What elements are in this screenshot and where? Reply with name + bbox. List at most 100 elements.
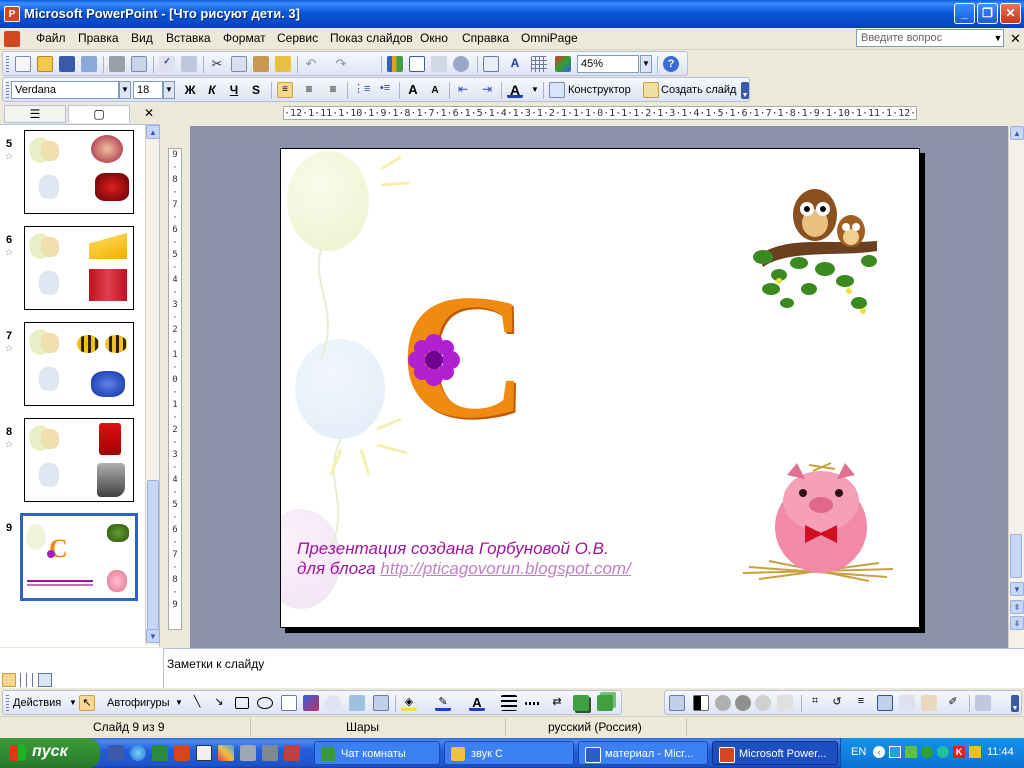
task-powerpoint[interactable]: Microsoft Power... [712, 741, 838, 765]
calculator-icon[interactable] [196, 745, 212, 761]
expand-all-icon[interactable] [483, 56, 499, 72]
tab-outline[interactable]: ☰ [4, 105, 66, 123]
slide-thumbnail-8[interactable] [24, 418, 134, 502]
help-search-input[interactable]: Введите вопрос [856, 29, 1004, 47]
previous-slide-icon[interactable]: ⇞ [1010, 600, 1024, 614]
numbering-icon[interactable]: ⋮≡ [353, 82, 370, 98]
align-right-icon[interactable]: ≡ [325, 82, 341, 98]
restore-button[interactable]: ❐ [977, 3, 998, 24]
more-brightness-icon[interactable] [755, 695, 771, 711]
normal-view-icon[interactable] [2, 673, 16, 687]
chevron-down-icon[interactable]: ▼ [171, 695, 187, 711]
design-icon[interactable] [549, 82, 565, 98]
document-icon[interactable] [4, 31, 20, 47]
task-chat[interactable]: Чат комнаты [314, 741, 440, 765]
slideshow-view-icon[interactable] [38, 673, 52, 687]
menu-slideshow[interactable]: Показ слайдов [330, 31, 413, 45]
actions-menu[interactable]: Действия [13, 697, 61, 709]
title-bar[interactable]: P Microsoft PowerPoint - [Что рисуют дет… [0, 0, 1024, 28]
tray-app-icon[interactable] [937, 746, 949, 758]
slide-sorter-view-icon[interactable] [20, 673, 34, 687]
print-icon[interactable] [109, 56, 125, 72]
paint-icon[interactable] [218, 745, 234, 761]
scroll-down-icon[interactable]: ▼ [146, 629, 160, 643]
owls-icon[interactable] [749, 185, 879, 325]
italic-button[interactable]: К [203, 82, 221, 99]
pane-close-button[interactable]: ✕ [144, 106, 154, 120]
autoshapes-menu[interactable]: Автофигуры [107, 697, 170, 709]
menu-omnipage[interactable]: OmniPage [521, 31, 578, 45]
rectangle-icon[interactable] [235, 697, 249, 709]
show-desktop-icon[interactable] [108, 745, 124, 761]
color-icon[interactable] [693, 695, 709, 711]
clipart-icon[interactable] [349, 695, 365, 711]
powerpoint-icon[interactable] [174, 745, 190, 761]
spelling-icon[interactable]: ✓ [159, 56, 175, 72]
minimize-button[interactable]: _ [954, 3, 975, 24]
font-size-select[interactable]: 18 [133, 81, 163, 99]
design-button[interactable]: Конструктор [568, 84, 631, 96]
less-brightness-icon[interactable] [777, 695, 793, 711]
volume-icon[interactable] [969, 746, 981, 758]
new-icon[interactable] [15, 56, 31, 72]
language-indicator[interactable]: EN [851, 746, 866, 758]
tray-app-icon[interactable] [905, 746, 917, 758]
horizontal-ruler-scale[interactable]: ·12·1·11·1·10·1·9·1·8·1·7·1·6·1·5·1·4·1·… [283, 106, 917, 120]
browser-icon[interactable] [130, 745, 146, 761]
excel-icon[interactable] [152, 745, 168, 761]
vertical-ruler-scale[interactable]: 9 · 8 · 7 · 6 · 5 · 4 · 3 · 2 · 1 · 0 · 1 · 2 · 3 · 4 · 5 · 6 · 7 · 8 · 9 [168, 148, 182, 630]
new-slide-button[interactable]: Создать слайд [661, 84, 736, 96]
app-icon[interactable] [284, 745, 300, 761]
help-icon[interactable]: ? [663, 56, 679, 72]
format-picture-icon[interactable] [921, 695, 937, 711]
textbox-icon[interactable] [281, 695, 297, 711]
font-color-icon[interactable]: A [469, 695, 485, 711]
more-contrast-icon[interactable] [715, 695, 731, 711]
tables-borders-icon[interactable] [431, 56, 447, 72]
redo-icon[interactable]: ↷ [333, 56, 349, 72]
slide-thumbnail-6[interactable] [24, 226, 134, 310]
wordart-icon[interactable] [303, 695, 319, 711]
permission-icon[interactable] [81, 56, 97, 72]
increase-font-icon[interactable]: A [405, 82, 421, 98]
undo-icon[interactable]: ↶ [303, 56, 319, 72]
chevron-down-icon[interactable]: ▼ [163, 81, 175, 99]
oval-icon[interactable] [257, 697, 273, 709]
close-button[interactable]: ✕ [1000, 3, 1021, 24]
insert-picture-icon[interactable] [669, 695, 685, 711]
save-icon[interactable] [59, 56, 75, 72]
line-style-icon[interactable]: ≡ [853, 695, 869, 711]
next-slide-icon[interactable]: ⇟ [1010, 616, 1024, 630]
menu-help[interactable]: Справка [462, 31, 509, 45]
scroll-up-icon[interactable]: ▲ [146, 125, 160, 139]
toolbar-grip[interactable] [6, 695, 9, 712]
3d-style-icon[interactable] [597, 695, 613, 711]
menu-window[interactable]: Окно [420, 31, 448, 45]
toolbar-options-icon[interactable]: ▼ [1011, 695, 1019, 712]
insert-table-icon[interactable] [409, 56, 425, 72]
menu-file[interactable]: Файл [36, 31, 66, 45]
crop-icon[interactable]: ⌗ [807, 695, 823, 711]
tab-slides[interactable]: ▢ [68, 105, 130, 123]
toolbar-grip[interactable] [6, 82, 9, 99]
powerpoint-app-icon[interactable]: P [4, 6, 20, 22]
chevron-down-icon[interactable]: ▼ [992, 29, 1004, 47]
less-contrast-icon[interactable] [735, 695, 751, 711]
line-icon[interactable]: ╲ [189, 695, 205, 711]
hyperlink-icon[interactable] [453, 56, 469, 72]
compress-icon[interactable] [877, 695, 893, 711]
tool-icon[interactable] [262, 745, 278, 761]
font-select[interactable]: Verdana [11, 81, 119, 99]
tray-app-icon[interactable] [921, 746, 933, 758]
network-icon[interactable] [889, 746, 901, 758]
cut-icon[interactable]: ✂ [209, 56, 225, 72]
slide-thumbnail-7[interactable] [24, 322, 134, 406]
line-style-icon[interactable] [501, 695, 517, 711]
start-button[interactable]: пуск [0, 738, 100, 768]
pig-icon[interactable] [739, 461, 897, 585]
scroll-thumb[interactable] [147, 480, 159, 640]
chevron-left-icon[interactable]: ‹ [873, 746, 885, 758]
chevron-down-icon[interactable]: ▼ [119, 81, 131, 99]
task-folder[interactable]: звук С [444, 741, 574, 765]
decrease-indent-icon[interactable]: ⇤ [455, 82, 471, 98]
